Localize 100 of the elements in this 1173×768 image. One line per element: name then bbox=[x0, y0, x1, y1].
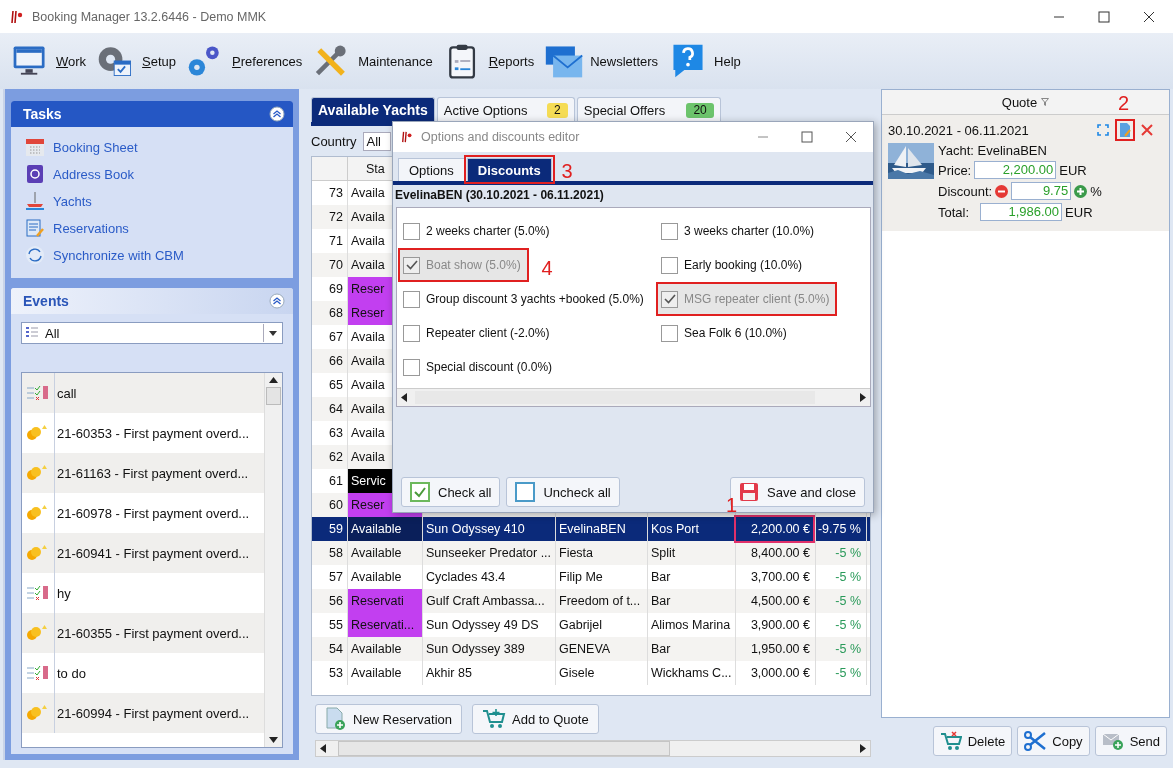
close-icon[interactable] bbox=[845, 131, 857, 143]
envelope-add-icon bbox=[1101, 731, 1124, 751]
list-icon bbox=[25, 326, 39, 340]
scroll-right-icon[interactable] bbox=[860, 744, 866, 753]
event-row[interactable]: call bbox=[22, 373, 264, 413]
toolbar-button[interactable]: Maintenance bbox=[312, 37, 441, 85]
task-link[interactable]: Synchronize with CBM bbox=[25, 245, 184, 265]
scroll-thumb[interactable] bbox=[338, 741, 670, 756]
dialog-title: Options and discounts editor bbox=[421, 130, 580, 144]
checkbox[interactable] bbox=[661, 256, 678, 274]
quote-button[interactable]: Send bbox=[1094, 726, 1167, 756]
status-cell: Reservati... bbox=[348, 613, 423, 637]
app-logo-icon bbox=[10, 8, 24, 25]
unit-label: EUR bbox=[1059, 162, 1087, 178]
task-link[interactable]: Address Book bbox=[25, 164, 134, 184]
yacht-name: Yacht: EvelinaBEN bbox=[938, 143, 1048, 158]
task-icon bbox=[26, 665, 50, 681]
toolbar-button[interactable]: Help bbox=[668, 37, 749, 85]
field-label: Discount: bbox=[938, 183, 993, 199]
annotation-number: 2 bbox=[1118, 93, 1130, 113]
toolbar-button[interactable]: Reports bbox=[442, 37, 543, 85]
scrollbar[interactable] bbox=[264, 373, 282, 747]
scroll-up-icon[interactable] bbox=[269, 377, 278, 383]
country-label: Country bbox=[311, 133, 357, 149]
collapse-icon[interactable] bbox=[269, 106, 285, 122]
checkbox[interactable] bbox=[403, 324, 420, 342]
task-link[interactable]: Yachts bbox=[25, 191, 92, 211]
filter-dropdown[interactable]: All bbox=[21, 322, 283, 344]
tab[interactable]: Special Offers 20 bbox=[576, 97, 721, 122]
status-cell: Reservati bbox=[348, 589, 423, 613]
event-row[interactable]: 21-61163 - First payment overd... bbox=[22, 453, 264, 493]
dialog-button[interactable]: Uncheck all bbox=[506, 477, 620, 507]
empty-box-icon bbox=[515, 482, 536, 502]
toolbar-button[interactable]: Work bbox=[10, 37, 95, 85]
tab[interactable]: Available Yachts bbox=[311, 97, 435, 122]
scroll-left-icon[interactable] bbox=[401, 393, 407, 402]
checkbox[interactable] bbox=[403, 358, 420, 376]
toolbar-button[interactable]: Newsletters bbox=[544, 37, 667, 85]
table-cell: -5 % bbox=[816, 661, 867, 685]
column-header[interactable]: Quote bbox=[1001, 94, 1038, 110]
count-badge: 2 bbox=[547, 102, 568, 118]
table-row[interactable]: 54 Available Sun Odyssey 389 GENEVA Bar 1,950.00 € -5 % bbox=[312, 637, 870, 661]
collapse-icon[interactable] bbox=[269, 293, 285, 309]
coin-icon bbox=[26, 505, 50, 521]
quote-button[interactable]: Copy bbox=[1017, 726, 1090, 756]
price-field[interactable]: 2,200.00 bbox=[974, 161, 1057, 179]
toolbar-button[interactable]: Preferences bbox=[186, 37, 311, 85]
unit-label: % bbox=[1090, 183, 1102, 199]
scroll-left-icon[interactable] bbox=[320, 744, 326, 753]
app-logo-icon bbox=[401, 130, 413, 144]
discount-option[interactable]: Sea Folk 6 (10.0%) bbox=[658, 318, 793, 348]
scroll-thumb[interactable] bbox=[266, 387, 281, 405]
maximize-icon[interactable] bbox=[1098, 10, 1110, 23]
maximize-icon[interactable] bbox=[801, 131, 813, 143]
table-cell: 3,000.00 € bbox=[736, 661, 816, 685]
scroll-down-icon[interactable] bbox=[269, 737, 278, 743]
scroll-right-icon[interactable] bbox=[860, 393, 866, 402]
checkbox[interactable] bbox=[403, 290, 420, 308]
discount-option[interactable]: 3 weeks charter (10.0%) bbox=[658, 216, 821, 246]
expand-icon[interactable] bbox=[1097, 124, 1109, 136]
discount-field[interactable]: 9.75 bbox=[1011, 182, 1072, 200]
scrollbar[interactable] bbox=[315, 740, 871, 757]
toolbar-button[interactable]: Setup bbox=[96, 37, 185, 85]
filter-icon[interactable] bbox=[1041, 98, 1050, 106]
task-link[interactable]: Booking Sheet bbox=[25, 137, 138, 157]
coin-icon bbox=[26, 465, 50, 481]
table-row[interactable]: 58 Available Sunseeker Predator ... Fiesta Split 8,400.00 € -5 % bbox=[312, 541, 870, 565]
tab[interactable]: Active Options 2 bbox=[436, 97, 575, 122]
minus-icon[interactable] bbox=[995, 184, 1009, 198]
panel-title: Tasks bbox=[23, 106, 62, 122]
scrollbar[interactable] bbox=[397, 388, 870, 406]
table-row[interactable]: 56 Reservati Gulf Craft Ambassa... Freedom of t... Bar 4,500.00 € -5 % bbox=[312, 589, 870, 613]
cart-remove-icon bbox=[939, 731, 962, 751]
window-title: Booking Manager 13.2.6446 - Demo MMK bbox=[32, 9, 267, 24]
dialog-button[interactable]: Check all bbox=[401, 477, 501, 507]
address-book-icon bbox=[25, 164, 45, 184]
table-cell: Akhir 85 bbox=[423, 661, 556, 685]
total-field[interactable]: 1,986.00 bbox=[980, 203, 1063, 221]
field-label: Price: bbox=[938, 162, 972, 178]
list-pencil-icon bbox=[25, 218, 45, 238]
event-row[interactable]: 21-60941 - First payment overd... bbox=[22, 533, 264, 573]
cart-add-icon bbox=[482, 708, 506, 730]
plus-icon[interactable] bbox=[1074, 184, 1088, 198]
discount-option[interactable]: Early booking (10.0%) bbox=[658, 250, 809, 280]
checkbox[interactable] bbox=[661, 324, 678, 342]
action-button[interactable]: New Reservation bbox=[315, 704, 462, 734]
event-row[interactable]: 21-60355 - First payment overd... bbox=[22, 613, 264, 653]
quote-button[interactable]: Delete bbox=[932, 726, 1013, 756]
checkbox[interactable] bbox=[661, 222, 678, 240]
sync-icon bbox=[25, 245, 45, 265]
save-icon bbox=[739, 482, 760, 502]
tab[interactable]: Options bbox=[398, 158, 465, 181]
task-link[interactable]: Reservations bbox=[25, 218, 129, 238]
checkbox[interactable] bbox=[403, 222, 420, 240]
close-icon[interactable] bbox=[1143, 10, 1155, 23]
action-button[interactable]: Add to Quote bbox=[472, 704, 599, 734]
country-dropdown[interactable]: All bbox=[362, 131, 391, 151]
table-cell: Gisele bbox=[556, 661, 648, 685]
delete-icon[interactable] bbox=[1141, 124, 1153, 136]
event-row[interactable]: 21-60994 - First payment overd... bbox=[22, 693, 264, 733]
